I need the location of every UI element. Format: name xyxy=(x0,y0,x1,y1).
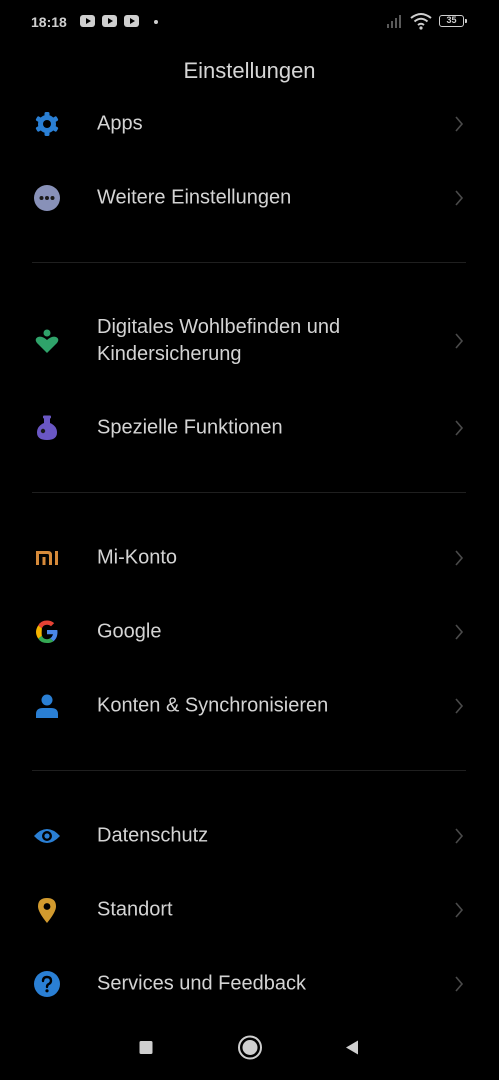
settings-item-label: Services und Feedback xyxy=(97,972,307,995)
settings-item-label: Digitales Wohlbefinden und Kindersicheru… xyxy=(97,316,341,365)
chevron-right-icon xyxy=(453,188,465,208)
chevron-right-icon xyxy=(453,826,465,846)
settings-item-more-settings[interactable]: Weitere Einstellungen xyxy=(0,163,499,233)
settings-item-label: Konten & Synchronisieren xyxy=(97,694,329,717)
chevron-right-icon xyxy=(453,696,465,716)
recents-button[interactable] xyxy=(138,1040,154,1061)
more-dots-icon xyxy=(33,184,61,212)
chevron-right-icon xyxy=(453,974,465,994)
settings-item-google[interactable]: Google xyxy=(0,597,499,667)
wifi-icon xyxy=(410,12,432,30)
section-divider xyxy=(32,492,466,493)
square-icon xyxy=(139,1041,153,1054)
settings-item-label: Mi-Konto xyxy=(97,546,178,569)
google-logo-icon xyxy=(33,618,61,646)
chevron-right-icon xyxy=(453,418,465,438)
settings-item-special-features[interactable]: Spezielle Funktionen xyxy=(0,393,499,463)
settings-item-privacy[interactable]: Datenschutz xyxy=(0,801,499,871)
chevron-right-icon xyxy=(453,548,465,568)
page-title: Einstellungen xyxy=(183,58,316,83)
settings-item-label: Datenschutz xyxy=(97,824,209,847)
section-divider xyxy=(32,262,466,263)
navigation-bar xyxy=(0,1020,499,1080)
settings-item-label: Weitere Einstellungen xyxy=(97,186,292,209)
settings-item-label: Spezielle Funktionen xyxy=(97,416,283,439)
settings-item-services-feedback[interactable]: Services und Feedback xyxy=(0,949,499,1019)
heart-person-icon xyxy=(33,327,61,355)
section-divider xyxy=(32,770,466,771)
eye-icon xyxy=(33,822,61,850)
chevron-right-icon xyxy=(453,622,465,642)
settings-item-label: Apps xyxy=(97,112,143,135)
back-button[interactable] xyxy=(344,1039,360,1062)
signal-icon xyxy=(386,13,406,29)
chevron-right-icon xyxy=(453,331,465,351)
status-bar: 18:18 35 xyxy=(0,0,499,44)
location-pin-icon xyxy=(33,896,61,924)
settings-item-label: Standort xyxy=(97,898,173,921)
gear-icon xyxy=(33,110,61,138)
youtube-icon xyxy=(102,15,117,27)
flask-icon xyxy=(33,414,61,442)
settings-item-apps[interactable]: Apps xyxy=(0,89,499,159)
notification-dot-icon xyxy=(154,20,158,24)
status-time: 18:18 xyxy=(31,14,67,30)
youtube-icon xyxy=(80,15,95,27)
settings-item-digital-wellbeing[interactable]: Digitales Wohlbefinden und Kindersicheru… xyxy=(0,306,499,376)
settings-item-location[interactable]: Standort xyxy=(0,875,499,945)
settings-item-label: Google xyxy=(97,620,162,643)
circle-icon xyxy=(238,1035,262,1060)
settings-item-accounts-sync[interactable]: Konten & Synchronisieren xyxy=(0,671,499,741)
triangle-left-icon xyxy=(346,1040,358,1055)
home-button[interactable] xyxy=(237,1035,263,1066)
mi-logo-icon xyxy=(33,544,61,572)
battery-icon: 35 xyxy=(439,15,467,27)
youtube-icon xyxy=(124,15,139,27)
help-icon xyxy=(33,970,61,998)
chevron-right-icon xyxy=(453,114,465,134)
settings-item-mi-account[interactable]: Mi-Konto xyxy=(0,523,499,593)
chevron-right-icon xyxy=(453,900,465,920)
person-icon xyxy=(33,692,61,720)
